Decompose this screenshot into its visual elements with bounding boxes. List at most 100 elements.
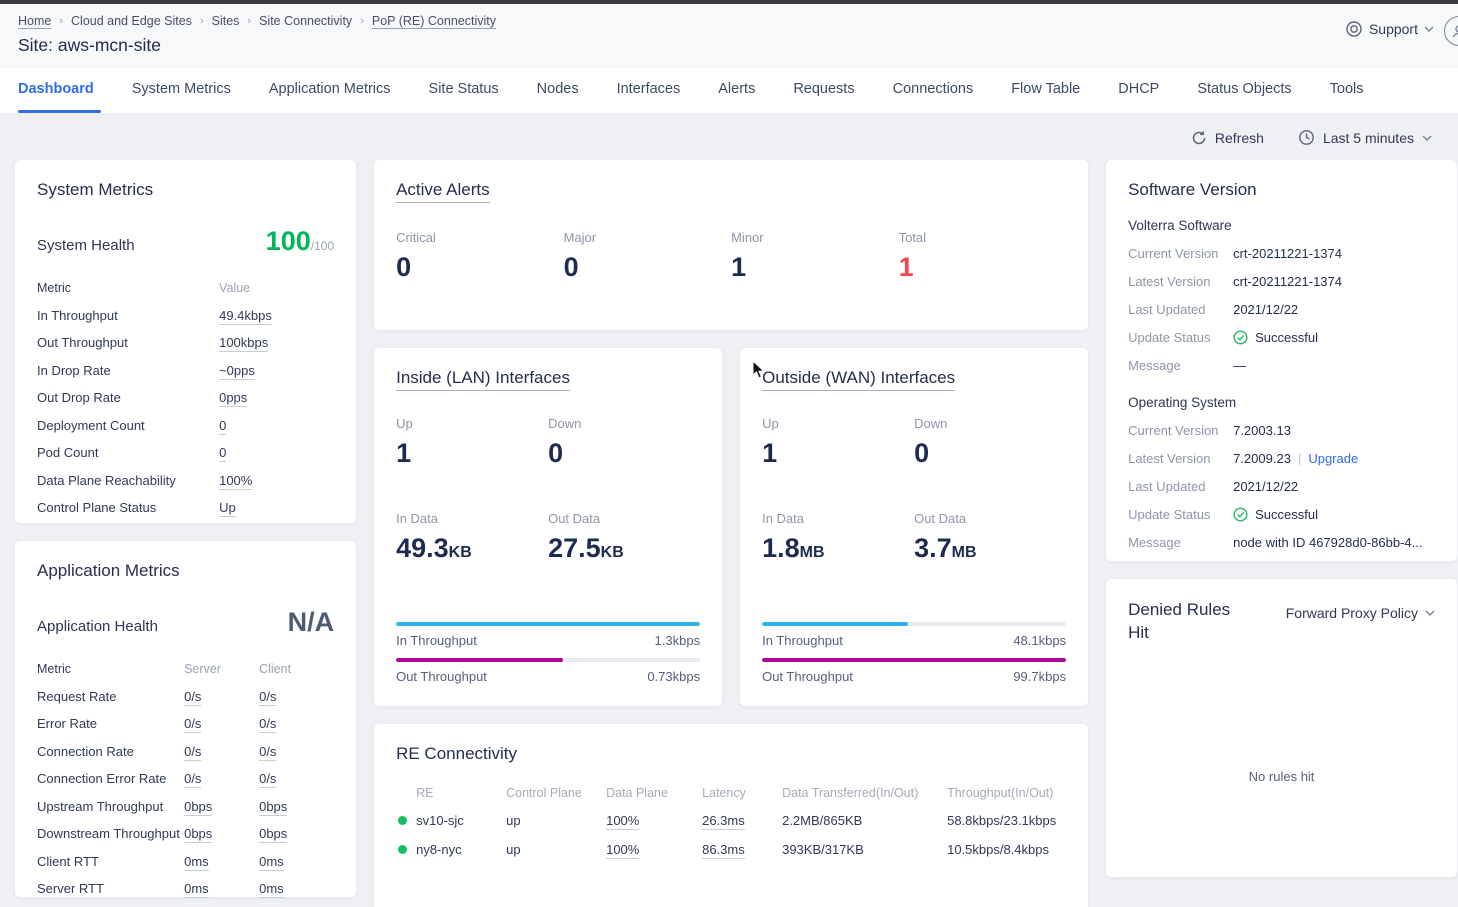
system-metrics-title: System Metrics <box>37 180 334 200</box>
tab-status-objects[interactable]: Status Objects <box>1178 68 1310 113</box>
tab-application-metrics[interactable]: Application Metrics <box>250 68 410 113</box>
page-header: Home › Cloud and Edge Sites › Sites › Si… <box>0 4 1458 68</box>
system-health-label: System Health <box>37 237 135 254</box>
wan-in-data-stat: In Data 1.8MB <box>762 511 914 564</box>
alert-stat-total: Total 1 <box>899 230 1067 283</box>
sv-row: Message— <box>1128 358 1435 373</box>
denied-rules-policy-dropdown[interactable]: Forward Proxy Policy <box>1286 605 1435 621</box>
system-metrics-table: Metric Value In Throughput49.4kbps Out T… <box>37 281 334 515</box>
table-row: Downstream Throughput0bps0bps <box>37 826 334 841</box>
metric-value: Up <box>219 500 236 517</box>
table-row: Deployment Count0 <box>37 418 334 433</box>
column-header-throughput: Throughput(In/Out) <box>947 786 1066 800</box>
tab-flow-table[interactable]: Flow Table <box>992 68 1099 113</box>
lan-up-stat: Up 1 <box>396 416 548 469</box>
status-green-dot <box>398 845 407 854</box>
person-icon <box>1451 23 1458 39</box>
data-plane-link: 100% <box>606 813 639 830</box>
tab-dashboard[interactable]: Dashboard <box>18 68 113 113</box>
success-check-icon <box>1233 507 1248 522</box>
latency-link: 26.3ms <box>702 813 745 830</box>
application-metrics-table: Metric Server Client Request Rate0/s0/s … <box>37 662 334 896</box>
tab-nodes[interactable]: Nodes <box>518 68 598 113</box>
wan-interfaces-title[interactable]: Outside (WAN) Interfaces <box>762 368 955 391</box>
metric-value: 0pps <box>219 390 247 407</box>
breadcrumb-separator: › <box>247 15 251 27</box>
table-row: Out Throughput100kbps <box>37 335 334 350</box>
tab-connections[interactable]: Connections <box>874 68 993 113</box>
table-row: sv10-sjc up 100% 26.3ms 2.2MB/865KB 58.8… <box>396 806 1066 835</box>
refresh-label: Refresh <box>1215 130 1264 146</box>
software-version-card: Software Version Volterra Software Curre… <box>1105 159 1458 562</box>
support-menu[interactable]: Support <box>1345 20 1434 38</box>
tab-bar: Dashboard System Metrics Application Met… <box>0 68 1458 113</box>
column-header-re: RE <box>396 786 506 800</box>
tab-site-status[interactable]: Site Status <box>410 68 518 113</box>
tab-dhcp[interactable]: DHCP <box>1099 68 1178 113</box>
lan-in-throughput-value: 1.3kbps <box>655 633 701 648</box>
denied-rules-empty-state: No rules hit <box>1106 769 1457 784</box>
sv-row: Update Status Successful <box>1128 330 1435 345</box>
tab-system-metrics[interactable]: System Metrics <box>113 68 250 113</box>
upgrade-link[interactable]: Upgrade <box>1308 451 1358 466</box>
time-range-selector[interactable]: Last 5 minutes <box>1298 129 1432 146</box>
wan-interfaces-card: Outside (WAN) Interfaces Up 1 Down 0 In … <box>739 347 1089 707</box>
tab-interfaces[interactable]: Interfaces <box>598 68 700 113</box>
table-row: Control Plane StatusUp <box>37 500 334 515</box>
column-header-latency: Latency <box>702 786 782 800</box>
metric-value: 0 <box>219 418 226 435</box>
system-metrics-card: System Metrics System Health 100/100 Met… <box>14 159 357 524</box>
breadcrumb-separator: › <box>59 15 63 27</box>
sv-row: Current Versioncrt-20211221-1374 <box>1128 246 1435 261</box>
sv-row: Messagenode with ID 467928d0-86bb-4... <box>1128 535 1435 550</box>
status-green-dot <box>398 816 407 825</box>
success-check-icon <box>1233 330 1248 345</box>
alert-stat-major: Major 0 <box>564 230 732 283</box>
data-plane-link: 100% <box>606 842 639 859</box>
tab-alerts[interactable]: Alerts <box>699 68 774 113</box>
refresh-button[interactable]: Refresh <box>1191 130 1264 146</box>
breadcrumb-cloud-edge-sites[interactable]: Cloud and Edge Sites <box>71 14 192 28</box>
chevron-down-icon <box>1424 24 1434 34</box>
tab-requests[interactable]: Requests <box>774 68 873 113</box>
denied-rules-card: Denied Rules Hit Forward Proxy Policy No… <box>1105 578 1458 878</box>
lan-out-throughput-value: 0.73kbps <box>647 669 700 684</box>
table-row: Out Drop Rate0pps <box>37 390 334 405</box>
metric-value: ~0pps <box>219 363 255 380</box>
wan-in-throughput-value: 48.1kbps <box>1013 633 1066 648</box>
column-header-data-plane: Data Plane <box>606 786 702 800</box>
breadcrumb-sites[interactable]: Sites <box>212 14 240 28</box>
application-health-label: Application Health <box>37 618 158 635</box>
lan-interfaces-title[interactable]: Inside (LAN) Interfaces <box>396 368 570 391</box>
tab-tools[interactable]: Tools <box>1311 68 1383 113</box>
sv-row: Last Updated2021/12/22 <box>1128 479 1435 494</box>
denied-rules-title: Denied Rules Hit <box>1128 599 1248 645</box>
chevron-down-icon <box>1425 608 1435 618</box>
chevron-down-icon <box>1422 133 1432 143</box>
sv-row: Latest Versioncrt-20211221-1374 <box>1128 274 1435 289</box>
table-row: Request Rate0/s0/s <box>37 689 334 704</box>
breadcrumb: Home › Cloud and Edge Sites › Sites › Si… <box>18 14 496 28</box>
user-avatar[interactable] <box>1444 16 1458 46</box>
wan-out-data-stat: Out Data 3.7MB <box>914 511 1066 564</box>
latency-link: 86.3ms <box>702 842 745 859</box>
wan-down-stat: Down 0 <box>914 416 1066 469</box>
breadcrumb-home[interactable]: Home <box>18 14 51 28</box>
alert-stat-critical: Critical 0 <box>396 230 564 283</box>
active-alerts-card: Active Alerts Critical 0 Major 0 Minor 1… <box>373 159 1089 331</box>
lan-out-data-stat: Out Data 27.5KB <box>548 511 700 564</box>
breadcrumb-site-connectivity[interactable]: Site Connectivity <box>259 14 352 28</box>
wan-up-stat: Up 1 <box>762 416 914 469</box>
metric-value: 49.4kbps <box>219 308 272 325</box>
dashboard-toolbar: Refresh Last 5 minutes <box>0 113 1458 146</box>
sv-row: Update Status Successful <box>1128 507 1435 522</box>
support-icon <box>1345 20 1363 38</box>
operating-system-heading: Operating System <box>1128 395 1435 410</box>
system-health-value: 100/100 <box>266 226 334 257</box>
wan-out-throughput-value: 99.7kbps <box>1013 669 1066 684</box>
metric-value: 100kbps <box>219 335 268 352</box>
wan-out-throughput-label: Out Throughput <box>762 669 853 684</box>
metric-value: 0 <box>219 445 226 462</box>
active-alerts-title[interactable]: Active Alerts <box>396 180 490 203</box>
breadcrumb-pop-re-connectivity[interactable]: PoP (RE) Connectivity <box>372 14 496 28</box>
